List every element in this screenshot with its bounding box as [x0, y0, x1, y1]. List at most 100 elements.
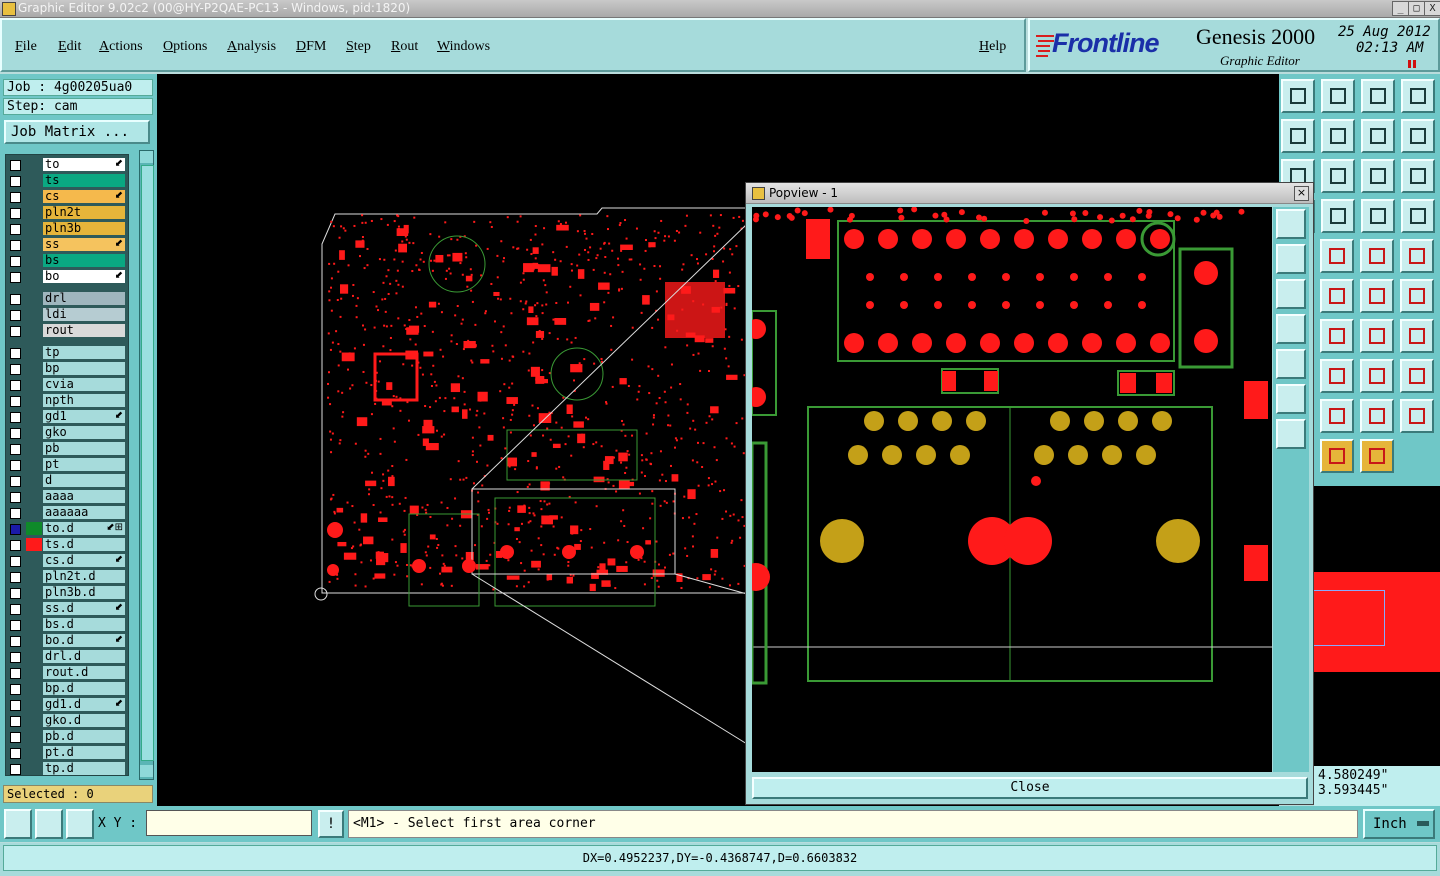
layer-name[interactable]: aaaa	[43, 490, 125, 503]
minimize-button[interactable]: _	[1392, 1, 1409, 16]
layer-color-swatch[interactable]	[26, 362, 42, 375]
job-matrix-button[interactable]: Job Matrix ...	[4, 120, 150, 144]
layer-row[interactable]: pt.d	[6, 745, 128, 760]
popview-tool-icon[interactable]	[1276, 314, 1306, 344]
pad-icon[interactable]	[1360, 239, 1394, 273]
menu-options[interactable]: Options	[163, 39, 207, 55]
layer-row[interactable]: npth	[6, 393, 128, 408]
app-icon[interactable]	[2, 2, 16, 16]
popview-close-button[interactable]: Close	[752, 777, 1308, 799]
layer-color-swatch[interactable]	[26, 410, 42, 423]
layer-row[interactable]: aaaaaa	[6, 505, 128, 520]
layer-row[interactable]: gd1 ⬋	[6, 409, 128, 424]
layer-color-swatch[interactable]	[26, 458, 42, 471]
layer-color-swatch[interactable]	[26, 222, 42, 235]
layer-row[interactable]: pln3b	[6, 221, 128, 236]
layer-name[interactable]: drl.d	[43, 650, 125, 663]
menu-file[interactable]: File	[15, 39, 37, 55]
layer-name[interactable]: ts	[43, 174, 125, 187]
layer-checkbox[interactable]	[10, 256, 21, 267]
layer-row[interactable]: cs.d ⬋	[6, 553, 128, 568]
layer-name[interactable]: ldi	[43, 308, 125, 321]
layer-checkbox[interactable]	[10, 716, 21, 727]
net-icon[interactable]	[1360, 319, 1394, 353]
move-icon[interactable]	[1400, 319, 1434, 353]
layer-name[interactable]: pt	[43, 458, 125, 471]
layer-row[interactable]: pb.d	[6, 729, 128, 744]
layer-row[interactable]: ts.d	[6, 537, 128, 552]
layer-name[interactable]: pln2t.d	[43, 570, 125, 583]
layer-name[interactable]: to.d ⬋⊞	[43, 522, 125, 535]
layer-row[interactable]: ts	[6, 173, 128, 188]
layer-row[interactable]: bp	[6, 361, 128, 376]
layer-checkbox[interactable]	[10, 556, 21, 567]
layer-name[interactable]: cvia	[43, 378, 125, 391]
popview-tool-icon[interactable]	[1276, 209, 1306, 239]
layer-name[interactable]: drl	[43, 292, 125, 305]
layer-checkbox[interactable]	[10, 364, 21, 375]
layer-color-swatch[interactable]	[26, 506, 42, 519]
layer-row[interactable]: pln2t.d	[6, 569, 128, 584]
layer-name[interactable]: bo.d ⬋	[43, 634, 125, 647]
layer-name[interactable]: pb	[43, 442, 125, 455]
layer-color-swatch[interactable]	[26, 682, 42, 695]
layer-name[interactable]: cs ⬋	[43, 190, 125, 203]
layer-name[interactable]: pt.d	[43, 746, 125, 759]
layer-row[interactable]: rout	[6, 323, 128, 338]
close-window-button[interactable]: X	[1424, 1, 1440, 16]
layer-color-swatch[interactable]	[26, 714, 42, 727]
layer-row[interactable]: ldi	[6, 307, 128, 322]
layer-checkbox[interactable]	[10, 748, 21, 759]
layer-checkbox[interactable]	[10, 572, 21, 583]
layer-checkbox[interactable]	[10, 192, 21, 203]
select2-icon[interactable]	[1320, 439, 1354, 473]
layer-color-swatch[interactable]	[26, 698, 42, 711]
scroll-thumb[interactable]	[141, 165, 154, 761]
scroll-down-icon[interactable]	[140, 765, 153, 777]
help-icon[interactable]	[1401, 159, 1435, 193]
layer-row[interactable]: d	[6, 473, 128, 488]
layer-checkbox[interactable]	[10, 380, 21, 391]
layer-color-swatch[interactable]	[26, 394, 42, 407]
layer-checkbox[interactable]	[10, 310, 21, 321]
maximize-button[interactable]: □	[1408, 1, 1425, 16]
layer-name[interactable]: bs.d	[43, 618, 125, 631]
graph-icon[interactable]	[1321, 199, 1355, 233]
layer-checkbox[interactable]	[10, 652, 21, 663]
layer-row[interactable]: bs	[6, 253, 128, 268]
layer-checkbox[interactable]	[10, 160, 21, 171]
pads-icon[interactable]	[1360, 359, 1394, 393]
menu-help[interactable]: Help	[979, 39, 1006, 55]
grid-icon[interactable]	[66, 809, 94, 839]
layer-color-swatch[interactable]	[26, 270, 42, 283]
layer-list-scrollbar[interactable]	[139, 150, 154, 780]
layer-row[interactable]: cvia	[6, 377, 128, 392]
layer-row[interactable]: gko.d	[6, 713, 128, 728]
layer-checkbox[interactable]	[10, 396, 21, 407]
layer-checkbox[interactable]	[10, 326, 21, 337]
zoom-home-icon[interactable]	[1281, 79, 1315, 113]
triangle3-icon[interactable]	[1360, 399, 1394, 433]
layer-checkbox[interactable]	[10, 428, 21, 439]
layer-row[interactable]: aaaa	[6, 489, 128, 504]
layer-checkbox[interactable]	[10, 348, 21, 359]
layer-row[interactable]: rout.d	[6, 665, 128, 680]
triangle-icon[interactable]	[1400, 359, 1434, 393]
layer-color-swatch[interactable]	[26, 238, 42, 251]
layer-name[interactable]: gko	[43, 426, 125, 439]
layer-row[interactable]: gko	[6, 425, 128, 440]
xy-input[interactable]	[146, 810, 312, 836]
layer-name[interactable]: ss ⬋	[43, 238, 125, 251]
line-tool-icon[interactable]	[1401, 199, 1435, 233]
popview-close-icon[interactable]: ×	[1294, 186, 1309, 201]
layer-color-swatch[interactable]	[26, 730, 42, 743]
layer-checkbox[interactable]	[10, 272, 21, 283]
layer-name[interactable]: ts.d	[43, 538, 125, 551]
units-dropdown[interactable]: Inch	[1363, 809, 1435, 839]
popview-tool-icon[interactable]	[1276, 349, 1306, 379]
layer-checkbox[interactable]	[10, 176, 21, 187]
layer-color-swatch[interactable]	[26, 522, 42, 535]
layer-row[interactable]: drl	[6, 291, 128, 306]
layer-color-swatch[interactable]	[26, 618, 42, 631]
popview-title-bar[interactable]: Popview - 1 ×	[746, 183, 1313, 204]
